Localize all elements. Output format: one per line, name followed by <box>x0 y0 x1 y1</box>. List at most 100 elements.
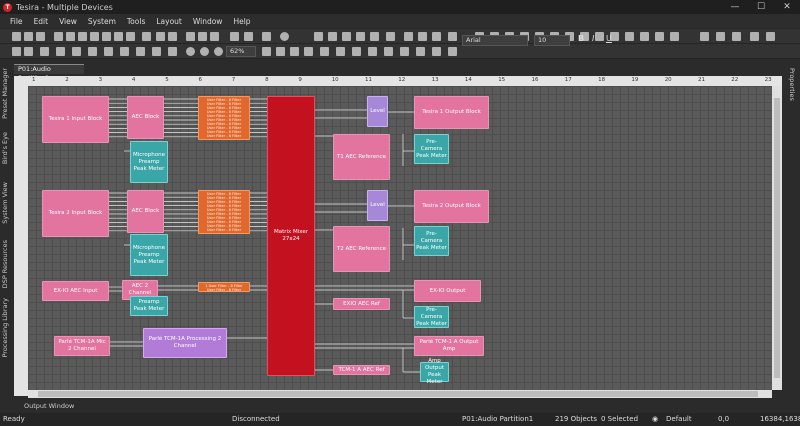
export-icon[interactable] <box>136 47 145 56</box>
horizontal-scroll-thumb[interactable] <box>38 391 758 397</box>
mic-preamp-peak-meter-2[interactable]: Microphone Preamp Peak Meter <box>130 234 168 276</box>
window-icon[interactable] <box>56 47 65 56</box>
send-icon[interactable] <box>90 32 99 41</box>
parle-tcm-mic[interactable]: Parlé TCM-1A Mic 2 Channel <box>54 336 110 356</box>
tab-properties[interactable]: Properties <box>788 68 796 101</box>
close-button[interactable]: ✕ <box>774 0 800 14</box>
zoom-out-icon[interactable] <box>214 47 223 56</box>
menu-layout[interactable]: Layout <box>156 17 182 26</box>
star-icon[interactable] <box>448 47 457 56</box>
print-icon[interactable] <box>54 32 63 41</box>
tesira2-input-block[interactable]: Tesira 2 Input Block <box>42 190 109 237</box>
menu-system[interactable]: System <box>88 17 116 26</box>
menu-file[interactable]: File <box>10 17 23 26</box>
bold-button[interactable]: B <box>578 34 584 43</box>
properties-icon[interactable] <box>120 47 129 56</box>
pages-icon[interactable] <box>72 47 81 56</box>
user-filter-stack-2[interactable]: User Filter - 6 Filter User Filter - 6 Fi… <box>198 190 250 234</box>
preamp-peak-meter[interactable]: Preamp Peak Meter <box>130 296 168 316</box>
connect-icon[interactable] <box>102 32 111 41</box>
parle-tcm-processing[interactable]: Parlé TCM-1A Processing 2 Channel <box>143 328 227 358</box>
paste-icon[interactable] <box>210 32 219 41</box>
firmware-icon[interactable] <box>156 32 165 41</box>
vertical-scrollbar[interactable] <box>772 86 782 390</box>
shield-icon[interactable] <box>386 32 395 41</box>
pre-camera-peak-meter-2[interactable]: Pre-Camera Peak Meter <box>414 226 449 256</box>
pin-icon[interactable] <box>432 47 441 56</box>
preview-icon[interactable] <box>66 32 75 41</box>
tesira2-output-block[interactable]: Tesira 2 Output Block <box>414 190 489 223</box>
tab-preset-manager[interactable]: Preset Manager <box>1 68 11 119</box>
tesira1-input-block[interactable]: Tesira 1 Input Block <box>42 96 109 143</box>
dropper-icon[interactable] <box>418 32 427 41</box>
parle-tcm-output-amp[interactable]: Parlé TCM-1 A Output Amp <box>414 336 484 356</box>
exio-aec-ref[interactable]: EXIO AEC Ref <box>333 298 390 310</box>
paste-block-icon[interactable] <box>104 47 113 56</box>
help-icon[interactable] <box>280 32 289 41</box>
vertical-scroll-thumb[interactable] <box>774 98 780 378</box>
tab-birds-eye[interactable]: Bird's Eye <box>1 132 11 164</box>
tab-processing-library[interactable]: Processing Library <box>1 298 11 358</box>
distribute-icon[interactable] <box>356 32 365 41</box>
pointer-icon[interactable] <box>262 32 271 41</box>
zoom-icon[interactable] <box>186 47 195 56</box>
link-icon[interactable] <box>416 47 425 56</box>
menu-edit[interactable]: Edit <box>34 17 49 26</box>
pan-icon[interactable] <box>276 47 285 56</box>
cut-icon[interactable] <box>186 32 195 41</box>
design-canvas[interactable]: Tesira 1 Input Block AEC Block Microphon… <box>28 86 772 390</box>
redo-icon[interactable] <box>244 32 253 41</box>
undo-icon[interactable] <box>230 32 239 41</box>
pre-camera-peak-meter-3[interactable]: Pre-Camera Peak Meter <box>414 306 449 328</box>
pencil-icon[interactable] <box>432 32 441 41</box>
copy-icon[interactable] <box>198 32 207 41</box>
device-icon[interactable] <box>114 32 123 41</box>
menu-view[interactable]: View <box>59 17 77 26</box>
check-icon[interactable] <box>168 47 177 56</box>
tab-audio-partition[interactable]: P01:Audio Partition1 <box>14 64 84 82</box>
mic-preamp-peak-meter-1[interactable]: Microphone Preamp Peak Meter <box>130 141 168 183</box>
aec2-block[interactable]: AEC Block <box>127 190 164 233</box>
tab-output-window[interactable]: Output Window <box>14 401 134 412</box>
list-icon[interactable] <box>352 47 361 56</box>
zoom-in-icon[interactable] <box>200 47 209 56</box>
ex-io-aec-input[interactable]: EX-IO AEC Input <box>42 281 109 301</box>
font-name-select[interactable]: Arial <box>462 35 528 46</box>
aec1-block[interactable]: AEC Block <box>127 96 164 139</box>
swap-icon[interactable] <box>400 47 409 56</box>
tcm-aec-ref[interactable]: TCM-1 A AEC Ref <box>333 365 390 375</box>
t1-aec-reference[interactable]: T1 AEC Reference <box>333 134 390 180</box>
tab-system-view[interactable]: System View <box>1 182 11 224</box>
horizontal-scrollbar[interactable] <box>28 390 772 398</box>
minimize-button[interactable]: — <box>722 0 748 14</box>
user-filter-stack-1[interactable]: User Filter - 6 Filter User Filter - 6 Fi… <box>198 96 250 140</box>
tab-dsp-resources[interactable]: DSP Resources <box>1 240 11 288</box>
level-block-2[interactable]: Level <box>367 190 388 221</box>
tesira1-output-block[interactable]: Tesira 1 Output Block <box>414 96 489 129</box>
align-bottom-icon[interactable] <box>342 32 351 41</box>
menu-help[interactable]: Help <box>233 17 250 26</box>
new-icon[interactable] <box>12 32 21 41</box>
zoom-select[interactable]: 62% <box>226 46 256 57</box>
menu-window[interactable]: Window <box>193 17 223 26</box>
user-filter-stack-3[interactable]: 1 User Filter - 6 Filter User Filter - 6 … <box>198 282 250 292</box>
arrow-down-icon[interactable] <box>368 47 377 56</box>
font-size-select[interactable]: 10 <box>534 35 570 46</box>
refresh-icon[interactable] <box>168 32 177 41</box>
lines-icon[interactable] <box>320 47 329 56</box>
select-icon[interactable] <box>12 47 21 56</box>
flip-icon[interactable] <box>304 47 313 56</box>
copy-block-icon[interactable] <box>88 47 97 56</box>
tree-icon[interactable] <box>370 32 379 41</box>
bars-icon[interactable] <box>336 47 345 56</box>
save-icon[interactable] <box>36 32 45 41</box>
align-middle-icon[interactable] <box>328 32 337 41</box>
maximize-button[interactable]: ☐ <box>748 0 774 14</box>
underline-button[interactable]: U <box>606 34 612 43</box>
graph-icon[interactable] <box>448 32 457 41</box>
email-icon[interactable] <box>142 32 151 41</box>
import-icon[interactable] <box>152 47 161 56</box>
eye-icon[interactable]: ◉ <box>652 415 658 423</box>
ex-io-output[interactable]: EX-IO Output <box>414 280 481 302</box>
arrow-right-icon[interactable] <box>384 47 393 56</box>
